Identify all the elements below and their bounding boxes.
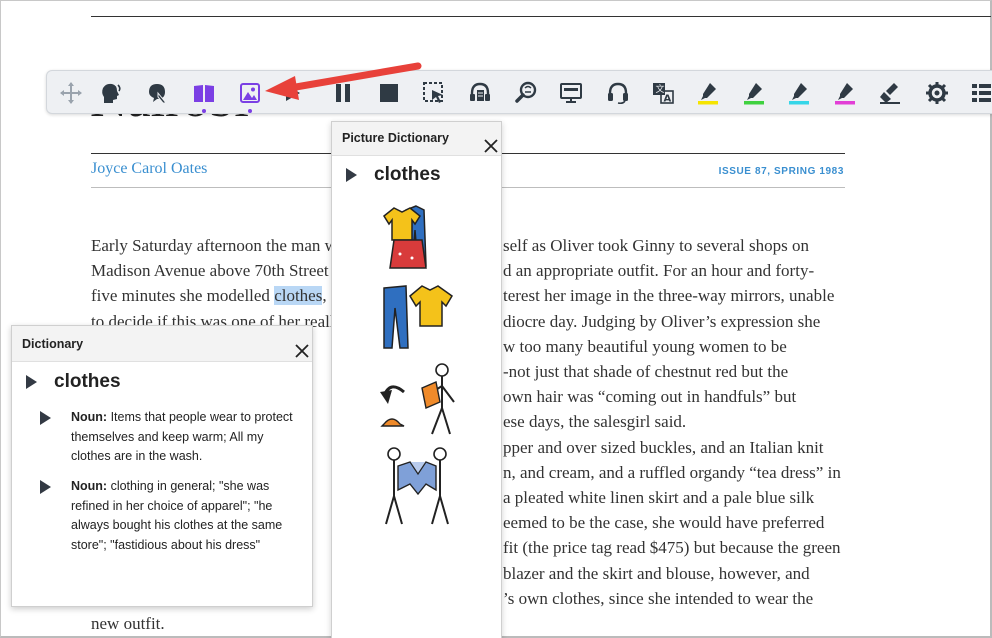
highlight-yellow-button[interactable] [694, 79, 722, 107]
active-indicator [248, 109, 252, 113]
top-divider [91, 16, 991, 17]
line-end: fit (the price tag read $475) but becaus… [503, 538, 841, 558]
play-definition-button[interactable] [40, 480, 51, 494]
line-end: -not just that shade of chestnut red but… [503, 362, 789, 381]
line-start: five minutes she modelled [91, 286, 275, 306]
dictionary-panel: Dictionary clothes Noun: Items that peop… [11, 325, 313, 607]
highlight-green-button[interactable] [740, 79, 768, 107]
more-menu-icon [972, 84, 991, 102]
line-end: terest her image in the three-way mirror… [503, 286, 835, 306]
move-handle-button[interactable] [57, 79, 85, 107]
definition-item: Noun: Items that people wear to protect … [40, 408, 302, 467]
highlight-green-icon [744, 83, 764, 105]
article-line: new outfit. [91, 611, 165, 636]
line-end: d an appropriate outfit. For an hour and… [503, 261, 815, 281]
line-end: n, and cream, and a ruffled organdy “tea… [503, 462, 841, 482]
line-start: Madison Avenue above 70th Street [91, 261, 329, 281]
highlight-magenta-icon [835, 83, 855, 105]
clear-highlights-icon [880, 83, 900, 104]
article-line: Early Saturday afternoon the man w self a… [91, 233, 809, 258]
hover-speech-icon [149, 84, 168, 104]
putting-on-jacket-icon [385, 447, 449, 525]
settings-icon [926, 82, 948, 104]
line-middle: , [322, 286, 327, 306]
screenshot-reader-icon [423, 82, 443, 103]
jeans-and-shirt-icon [383, 285, 453, 349]
screen-mask-button[interactable] [557, 79, 585, 107]
translate-icon: 文A [653, 83, 674, 105]
line-end: a pleated white linen skirt and a pale b… [503, 488, 815, 507]
highlight-yellow-icon [698, 83, 718, 105]
line-end: self as Oliver took Ginny to several sho… [503, 236, 809, 255]
web-search-icon [515, 81, 537, 103]
web-search-button[interactable] [512, 79, 540, 107]
picture-dictionary-header: Picture Dictionary [332, 122, 501, 156]
translate-button[interactable]: 文A [649, 79, 677, 107]
line-start: new outfit. [91, 614, 165, 633]
close-picture-dictionary-button[interactable] [483, 138, 499, 154]
close-dictionary-button[interactable] [294, 343, 310, 359]
line-end: eemed to be the case, she would have pre… [503, 513, 825, 533]
audio-maker-icon [470, 82, 490, 101]
definition-item: Noun: clothing in general; "she was refi… [40, 477, 302, 555]
dictionary-header: Dictionary [12, 326, 312, 362]
screen-mask-icon [560, 83, 582, 103]
red-arrow-annotation [265, 62, 422, 100]
picture-dictionary-title: Picture Dictionary [342, 131, 449, 145]
read-write-toolbar: 文A [46, 70, 992, 114]
active-indicator [202, 109, 206, 113]
speaker-head-button[interactable] [97, 79, 125, 107]
picture-dictionary-word: clothes [374, 164, 441, 185]
move-handle-icon [60, 82, 82, 104]
highlighted-word[interactable]: clothes [274, 286, 323, 306]
line-end: w too many beautiful young women to be [503, 336, 787, 356]
more-menu-button[interactable] [967, 79, 992, 107]
play-word-button[interactable] [346, 168, 357, 182]
issue-label[interactable]: ISSUE 87, SPRING 1983 [719, 166, 844, 177]
play-word-button[interactable] [26, 375, 37, 389]
line-end: ’s own clothes, since she intended to we… [503, 588, 814, 608]
definition-text: Noun: clothing in general; "she was refi… [71, 477, 302, 555]
dictionary-word: clothes [54, 371, 121, 392]
dictionary-book-button[interactable] [190, 79, 218, 113]
line-start: Early Saturday afternoon the man w [91, 236, 337, 255]
hover-speech-button[interactable] [143, 79, 171, 107]
highlight-magenta-button[interactable] [831, 79, 859, 107]
line-end: ese days, the salesgirl said. [503, 412, 687, 432]
play-definition-button[interactable] [40, 411, 51, 425]
definition-text: Noun: Items that people wear to protect … [71, 408, 302, 467]
audio-maker-button[interactable] [466, 79, 494, 107]
line-end: own hair was “coming out in handfuls” bu… [503, 387, 797, 407]
line-end: pper and over sized buckles, and an Ital… [503, 437, 824, 457]
headphones-icon [608, 82, 628, 105]
line-end: blazer and the skirt and blouse, however… [503, 563, 810, 583]
taking-off-clothes-icon [380, 363, 455, 435]
highlight-cyan-button[interactable] [785, 79, 813, 107]
article-line: five minutes she modelled clothes, teres… [91, 283, 834, 308]
picture-dictionary-panel: Picture Dictionary clothes [331, 121, 502, 638]
part-of-speech: Noun: [71, 479, 108, 493]
article-line: Madison Avenue above 70th Street d an app… [91, 258, 814, 283]
clothes-pile-icon [383, 205, 427, 269]
headphones-button[interactable] [604, 79, 632, 107]
settings-button[interactable] [923, 79, 951, 107]
highlight-cyan-icon [789, 83, 809, 105]
part-of-speech: Noun: [71, 410, 108, 424]
dictionary-book-icon [194, 85, 214, 103]
author-link[interactable]: Joyce Carol Oates [91, 160, 207, 178]
dictionary-title: Dictionary [22, 337, 84, 351]
speaker-head-icon [102, 83, 121, 103]
svg-text:A: A [664, 94, 672, 105]
line-end: diocre day. Judging by Oliver’s expressi… [503, 311, 821, 331]
clear-highlights-button[interactable] [876, 79, 904, 107]
